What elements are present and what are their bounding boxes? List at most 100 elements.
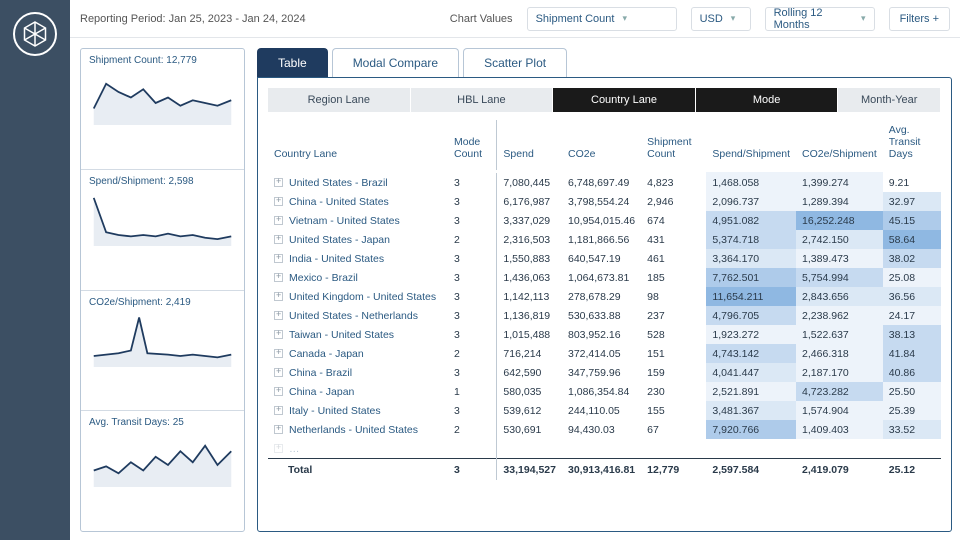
cell-lane: Taiwan - United States bbox=[268, 325, 448, 344]
logo[interactable] bbox=[13, 12, 57, 56]
expand-icon[interactable] bbox=[274, 349, 283, 358]
cell-lane: Mexico - Brazil bbox=[268, 268, 448, 287]
cell-co2e: 244,110.05 bbox=[562, 401, 641, 420]
card-shipment-count[interactable]: Shipment Count: 12,779 bbox=[81, 49, 244, 170]
table-row[interactable]: Vietnam - United States33,337,02910,954,… bbox=[268, 211, 941, 230]
tab-modal-compare[interactable]: Modal Compare bbox=[332, 48, 459, 77]
expand-icon[interactable] bbox=[274, 178, 283, 187]
col-co2e[interactable]: CO2e bbox=[562, 120, 641, 172]
expand-icon[interactable] bbox=[274, 330, 283, 339]
col-spend-shipment[interactable]: Spend/Shipment bbox=[706, 120, 796, 172]
cell-spend: 7,080,445 bbox=[497, 172, 562, 193]
expand-icon[interactable] bbox=[274, 235, 283, 244]
sparkline bbox=[89, 312, 236, 367]
cell-cps: 1,409.403 bbox=[796, 420, 883, 439]
chart-values-select[interactable]: Shipment Count▾ bbox=[527, 7, 677, 31]
table-row[interactable]: Canada - Japan2716,214372,414.051514,743… bbox=[268, 344, 941, 363]
cell-atd: 25.50 bbox=[883, 382, 941, 401]
chart-values-label: Chart Values bbox=[450, 13, 513, 25]
col-shipment-count[interactable]: Shipment Count bbox=[641, 120, 706, 172]
cell-co2e: 1,064,673.81 bbox=[562, 268, 641, 287]
expand-icon[interactable] bbox=[274, 273, 283, 282]
table-row[interactable]: China - United States36,176,9873,798,554… bbox=[268, 192, 941, 211]
table-row[interactable]: United Kingdom - United States31,142,113… bbox=[268, 287, 941, 306]
tab-region-lane[interactable]: Region Lane bbox=[268, 88, 411, 112]
cell-lane: China - Brazil bbox=[268, 363, 448, 382]
total-sc: 12,779 bbox=[641, 459, 706, 480]
cell-cps: 2,187.170 bbox=[796, 363, 883, 382]
expand-icon[interactable] bbox=[274, 387, 283, 396]
cell-co2e: 530,633.88 bbox=[562, 306, 641, 325]
cell-atd: 38.13 bbox=[883, 325, 941, 344]
currency-select[interactable]: USD ▾ bbox=[691, 7, 751, 31]
tab-table[interactable]: Table bbox=[257, 48, 328, 77]
tab-month-year[interactable]: Month-Year bbox=[838, 88, 941, 112]
cell-spend: 642,590 bbox=[497, 363, 562, 382]
expand-icon[interactable] bbox=[274, 292, 283, 301]
expand-icon[interactable] bbox=[274, 197, 283, 206]
reporting-period[interactable]: Reporting Period: Jan 25, 2023 - Jan 24,… bbox=[80, 13, 306, 25]
expand-icon[interactable] bbox=[274, 425, 283, 434]
cell-cps: 1,399.274 bbox=[796, 172, 883, 193]
cell-atd: 40.86 bbox=[883, 363, 941, 382]
expand-icon[interactable] bbox=[274, 368, 283, 377]
card-avg-transit[interactable]: Avg. Transit Days: 25 bbox=[81, 411, 244, 531]
cell-co2e: 1,181,866.56 bbox=[562, 230, 641, 249]
cell-sps: 1,923.272 bbox=[706, 325, 796, 344]
table-row[interactable]: United States - Brazil37,080,4456,748,69… bbox=[268, 172, 941, 193]
tab-mode[interactable]: Mode bbox=[696, 88, 839, 112]
card-spend-shipment[interactable]: Spend/Shipment: 2,598 bbox=[81, 170, 244, 291]
cell-mc: 2 bbox=[448, 230, 497, 249]
cell-sps: 7,920.766 bbox=[706, 420, 796, 439]
col-spend[interactable]: Spend bbox=[497, 120, 562, 172]
table-row[interactable]: Italy - United States3539,612244,110.051… bbox=[268, 401, 941, 420]
data-grid[interactable]: Country Lane Mode Count Spend CO2e Shipm… bbox=[268, 120, 941, 525]
cell-spend: 3,337,029 bbox=[497, 211, 562, 230]
col-avg-transit[interactable]: Avg. Transit Days bbox=[883, 120, 941, 172]
cell-cps: 1,574.904 bbox=[796, 401, 883, 420]
col-mode-count[interactable]: Mode Count bbox=[448, 120, 497, 172]
table-row[interactable]: Taiwan - United States31,015,488803,952.… bbox=[268, 325, 941, 344]
col-country-lane[interactable]: Country Lane bbox=[268, 120, 448, 172]
cell-sc: 431 bbox=[641, 230, 706, 249]
range-select[interactable]: Rolling 12 Months▾ bbox=[765, 7, 875, 31]
cell-spend: 539,612 bbox=[497, 401, 562, 420]
total-label: Total bbox=[268, 459, 448, 480]
cell-co2e: 640,547.19 bbox=[562, 249, 641, 268]
tab-scatter-plot[interactable]: Scatter Plot bbox=[463, 48, 567, 77]
filters-button[interactable]: Filters + bbox=[889, 7, 950, 31]
cell-lane: Netherlands - United States bbox=[268, 420, 448, 439]
table-row[interactable]: China - Japan1580,0351,086,354.842302,52… bbox=[268, 382, 941, 401]
table-row[interactable]: Mexico - Brazil31,436,0631,064,673.81185… bbox=[268, 268, 941, 287]
table-row[interactable]: India - United States31,550,883640,547.1… bbox=[268, 249, 941, 268]
table-header-row: Country Lane Mode Count Spend CO2e Shipm… bbox=[268, 120, 941, 172]
chevron-down-icon: ▾ bbox=[731, 13, 736, 24]
cell-mc: 3 bbox=[448, 306, 497, 325]
total-spend: 33,194,527 bbox=[497, 459, 562, 480]
currency-value: USD bbox=[700, 13, 723, 25]
expand-icon[interactable] bbox=[274, 444, 283, 453]
nav-strip bbox=[0, 0, 70, 540]
tab-country-lane[interactable]: Country Lane bbox=[553, 88, 696, 112]
cell-co2e: 3,798,554.24 bbox=[562, 192, 641, 211]
cell-spend: 530,691 bbox=[497, 420, 562, 439]
expand-icon[interactable] bbox=[274, 311, 283, 320]
total-co2e: 30,913,416.81 bbox=[562, 459, 641, 480]
table-row[interactable]: China - Brazil3642,590347,759.961594,041… bbox=[268, 363, 941, 382]
cell-spend: 716,214 bbox=[497, 344, 562, 363]
table-row[interactable]: United States - Japan22,316,5031,181,866… bbox=[268, 230, 941, 249]
cell-spend: 1,136,819 bbox=[497, 306, 562, 325]
card-co2e-shipment[interactable]: CO2e/Shipment: 2,419 bbox=[81, 291, 244, 412]
cell-sps: 11,654.211 bbox=[706, 287, 796, 306]
expand-icon[interactable] bbox=[274, 254, 283, 263]
cell-sc: 98 bbox=[641, 287, 706, 306]
table-row[interactable]: Netherlands - United States2530,69194,43… bbox=[268, 420, 941, 439]
expand-icon[interactable] bbox=[274, 406, 283, 415]
expand-icon[interactable] bbox=[274, 216, 283, 225]
col-co2e-shipment[interactable]: CO2e/Shipment bbox=[796, 120, 883, 172]
panel: Table Modal Compare Scatter Plot Region … bbox=[257, 48, 952, 532]
table-row[interactable]: … bbox=[268, 439, 941, 459]
cell-sps: 7,762.501 bbox=[706, 268, 796, 287]
tab-hbl-lane[interactable]: HBL Lane bbox=[411, 88, 554, 112]
table-row[interactable]: United States - Netherlands31,136,819530… bbox=[268, 306, 941, 325]
